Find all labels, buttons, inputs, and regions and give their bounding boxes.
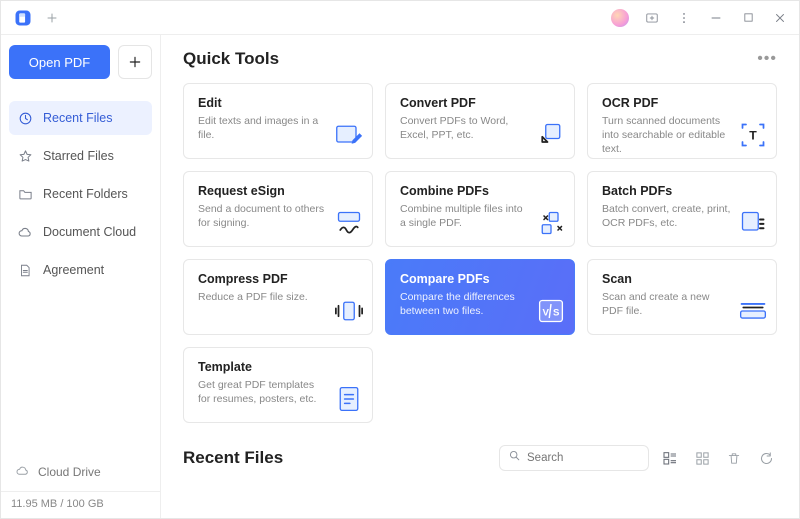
card-title: Template [198, 360, 360, 374]
sidebar-item-label: Document Cloud [43, 225, 136, 239]
quick-tools-grid: Edit Edit texts and images in a file. Co… [183, 83, 777, 423]
card-desc: Turn scanned documents into searchable o… [602, 114, 732, 157]
sidebar-item-agreement[interactable]: Agreement [9, 253, 152, 287]
combine-icon [536, 208, 566, 238]
sidebar-item-label: Agreement [43, 263, 104, 277]
create-pdf-button[interactable] [118, 45, 152, 79]
card-title: Compress PDF [198, 272, 360, 286]
window-icon-button[interactable] [637, 4, 667, 32]
sidebar-item-label: Starred Files [43, 149, 114, 163]
card-title: Batch PDFs [602, 184, 764, 198]
new-tab-button[interactable] [41, 7, 63, 29]
card-desc: Scan and create a new PDF file. [602, 290, 732, 318]
avatar-icon [611, 9, 629, 27]
ocr-icon: T [738, 120, 768, 150]
sidebar-item-label: Recent Files [43, 111, 112, 125]
cloud-icon [17, 224, 33, 240]
compare-icon: VS [536, 296, 566, 326]
sidebar-item-starred-files[interactable]: Starred Files [9, 139, 152, 173]
template-icon [334, 384, 364, 414]
esign-icon [334, 208, 364, 238]
tool-card-batch-pdfs[interactable]: Batch PDFs Batch convert, create, print,… [587, 171, 777, 247]
search-box[interactable] [499, 445, 649, 471]
tool-card-convert-pdf[interactable]: Convert PDF Convert PDFs to Word, Excel,… [385, 83, 575, 159]
avatar-button[interactable] [605, 4, 635, 32]
grid-view-button[interactable] [691, 447, 713, 469]
storage-usage: 11.95 MB / 100 GB [1, 491, 160, 514]
card-title: Edit [198, 96, 360, 110]
quick-tools-header: Quick Tools ••• [183, 49, 777, 69]
search-icon [508, 449, 521, 467]
card-desc: Convert PDFs to Word, Excel, PPT, etc. [400, 114, 530, 142]
recent-files-title: Recent Files [183, 448, 283, 468]
tool-card-edit[interactable]: Edit Edit texts and images in a file. [183, 83, 373, 159]
delete-button[interactable] [723, 447, 745, 469]
batch-icon [738, 208, 768, 238]
refresh-button[interactable] [755, 447, 777, 469]
nav: Recent Files Starred Files Recent Folder… [9, 101, 152, 287]
main: Open PDF Recent Files Starred Files Rece… [1, 35, 799, 518]
compress-icon [334, 296, 364, 326]
cloud-drive-label: Cloud Drive [38, 465, 101, 479]
scan-icon [738, 296, 768, 326]
search-input[interactable] [527, 452, 640, 464]
card-title: Request eSign [198, 184, 360, 198]
svg-text:S: S [553, 307, 560, 318]
cloud-icon [15, 463, 30, 481]
plus-icon [128, 55, 142, 69]
tool-card-scan[interactable]: Scan Scan and create a new PDF file. [587, 259, 777, 335]
sidebar-item-document-cloud[interactable]: Document Cloud [9, 215, 152, 249]
sidebar-item-recent-folders[interactable]: Recent Folders [9, 177, 152, 211]
star-icon [17, 148, 33, 164]
sidebar-item-label: Recent Folders [43, 187, 128, 201]
svg-text:V: V [543, 307, 550, 318]
card-desc: Get great PDF templates for resumes, pos… [198, 378, 328, 406]
tool-card-combine-pdfs[interactable]: Combine PDFs Combine multiple files into… [385, 171, 575, 247]
card-desc: Send a document to others for signing. [198, 202, 328, 230]
card-title: Combine PDFs [400, 184, 562, 198]
folder-icon [17, 186, 33, 202]
card-title: Convert PDF [400, 96, 562, 110]
titlebar [1, 1, 799, 35]
quick-tools-title: Quick Tools [183, 49, 279, 69]
sidebar: Open PDF Recent Files Starred Files Rece… [1, 35, 161, 518]
list-view-button[interactable] [659, 447, 681, 469]
card-title: Scan [602, 272, 764, 286]
open-pdf-button[interactable]: Open PDF [9, 45, 110, 79]
clock-icon [17, 110, 33, 126]
tool-card-request-esign[interactable]: Request eSign Send a document to others … [183, 171, 373, 247]
cloud-drive-link[interactable]: Cloud Drive [9, 459, 152, 485]
card-desc: Compare the differences between two file… [400, 290, 530, 318]
open-row: Open PDF [9, 45, 152, 79]
content: Quick Tools ••• Edit Edit texts and imag… [161, 35, 799, 518]
tool-card-compare-pdfs[interactable]: Compare PDFs Compare the differences bet… [385, 259, 575, 335]
svg-text:T: T [749, 128, 757, 142]
window-close-button[interactable] [765, 4, 795, 32]
card-desc: Reduce a PDF file size. [198, 290, 328, 304]
app-menu-button[interactable] [669, 4, 699, 32]
window-minimize-button[interactable] [701, 4, 731, 32]
convert-icon [536, 120, 566, 150]
tool-card-compress-pdf[interactable]: Compress PDF Reduce a PDF file size. [183, 259, 373, 335]
sidebar-item-recent-files[interactable]: Recent Files [9, 101, 152, 135]
recent-files-toolbar [499, 445, 777, 471]
card-desc: Batch convert, create, print, OCR PDFs, … [602, 202, 732, 230]
card-desc: Combine multiple files into a single PDF… [400, 202, 530, 230]
window-maximize-button[interactable] [733, 4, 763, 32]
document-icon [17, 262, 33, 278]
titlebar-right [605, 4, 795, 32]
card-title: Compare PDFs [400, 272, 562, 286]
edit-icon [334, 120, 364, 150]
quick-tools-more-button[interactable]: ••• [757, 50, 777, 68]
titlebar-left [5, 4, 63, 32]
tool-card-template[interactable]: Template Get great PDF templates for res… [183, 347, 373, 423]
app-logo [9, 4, 37, 32]
card-title: OCR PDF [602, 96, 764, 110]
card-desc: Edit texts and images in a file. [198, 114, 328, 142]
recent-files-header: Recent Files [183, 445, 777, 471]
tool-card-ocr-pdf[interactable]: OCR PDF Turn scanned documents into sear… [587, 83, 777, 159]
